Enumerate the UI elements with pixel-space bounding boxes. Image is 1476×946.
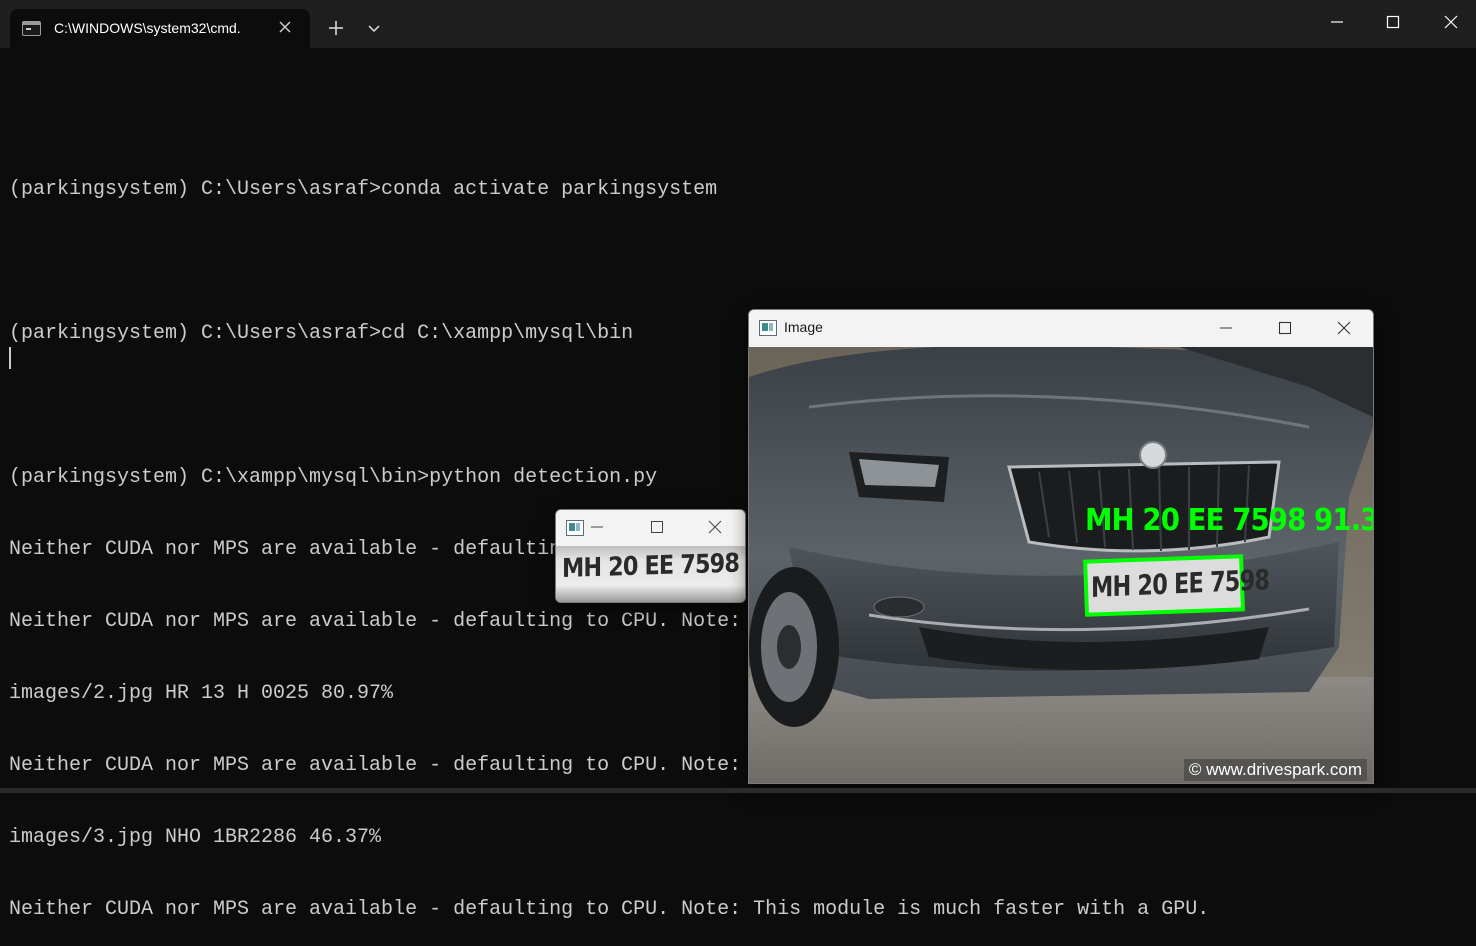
- image-window-title-bar[interactable]: Image: [749, 310, 1373, 346]
- cmd-icon: [22, 21, 41, 36]
- close-button[interactable]: [708, 520, 722, 539]
- image-window[interactable]: Image MH 20 EE 7598 91.35 MH 20 EE 7598 …: [748, 309, 1374, 784]
- car-illustration: [749, 347, 1373, 783]
- maximize-icon: [1386, 15, 1400, 29]
- plate-crop-window[interactable]: MH 20 EE 7598: [555, 509, 746, 603]
- minimize-icon: [591, 526, 603, 528]
- terminal-line: images/3.jpg NHO 1BR2286 46.37%: [9, 826, 382, 849]
- close-icon: [708, 520, 722, 534]
- plus-icon: [329, 21, 343, 35]
- minimize-icon: [1331, 21, 1343, 23]
- minimize-icon: [1220, 327, 1232, 329]
- close-icon: [1444, 15, 1458, 29]
- maximize-button[interactable]: [1278, 321, 1292, 340]
- plate-crop-text: MH 20 EE 7598: [562, 548, 740, 584]
- image-window-title: Image: [784, 319, 823, 335]
- maximize-icon: [651, 521, 663, 533]
- terminal-line: (parkingsystem) C:\Users\asraf>conda act…: [9, 178, 718, 201]
- maximize-button[interactable]: [650, 520, 664, 539]
- maximize-button[interactable]: [1364, 0, 1422, 44]
- chevron-down-icon: [368, 25, 380, 33]
- detection-label: MH 20 EE 7598 91.35: [1085, 503, 1373, 538]
- close-window-button[interactable]: [1422, 0, 1476, 44]
- tab-title: C:\WINDOWS\system32\cmd.: [54, 20, 241, 36]
- minimize-button[interactable]: [1308, 0, 1366, 44]
- opencv-window-icon: [759, 320, 777, 336]
- tab-cmd[interactable]: C:\WINDOWS\system32\cmd.: [10, 9, 310, 48]
- plate-window-title-bar[interactable]: [556, 510, 745, 546]
- minimize-button[interactable]: [1219, 321, 1233, 340]
- minimize-button[interactable]: [590, 520, 604, 539]
- close-icon: [1337, 321, 1351, 335]
- terminal-title-bar: C:\WINDOWS\system32\cmd.: [0, 0, 1476, 48]
- close-button[interactable]: [1337, 321, 1351, 340]
- watermark: © www.drivespark.com: [1183, 759, 1367, 781]
- close-icon[interactable]: [276, 18, 294, 36]
- bottom-edge: [0, 788, 1476, 793]
- text-cursor: [9, 347, 11, 369]
- tab-dropdown-button[interactable]: [362, 14, 386, 42]
- plate-crop-image: MH 20 EE 7598: [556, 546, 745, 602]
- opencv-window-icon: [566, 520, 584, 536]
- terminal-line: Neither CUDA nor MPS are available - def…: [9, 898, 1210, 921]
- new-tab-button[interactable]: [322, 14, 350, 42]
- car-photo: MH 20 EE 7598 91.35 MH 20 EE 7598 © www.…: [749, 347, 1373, 783]
- maximize-icon: [1278, 321, 1292, 335]
